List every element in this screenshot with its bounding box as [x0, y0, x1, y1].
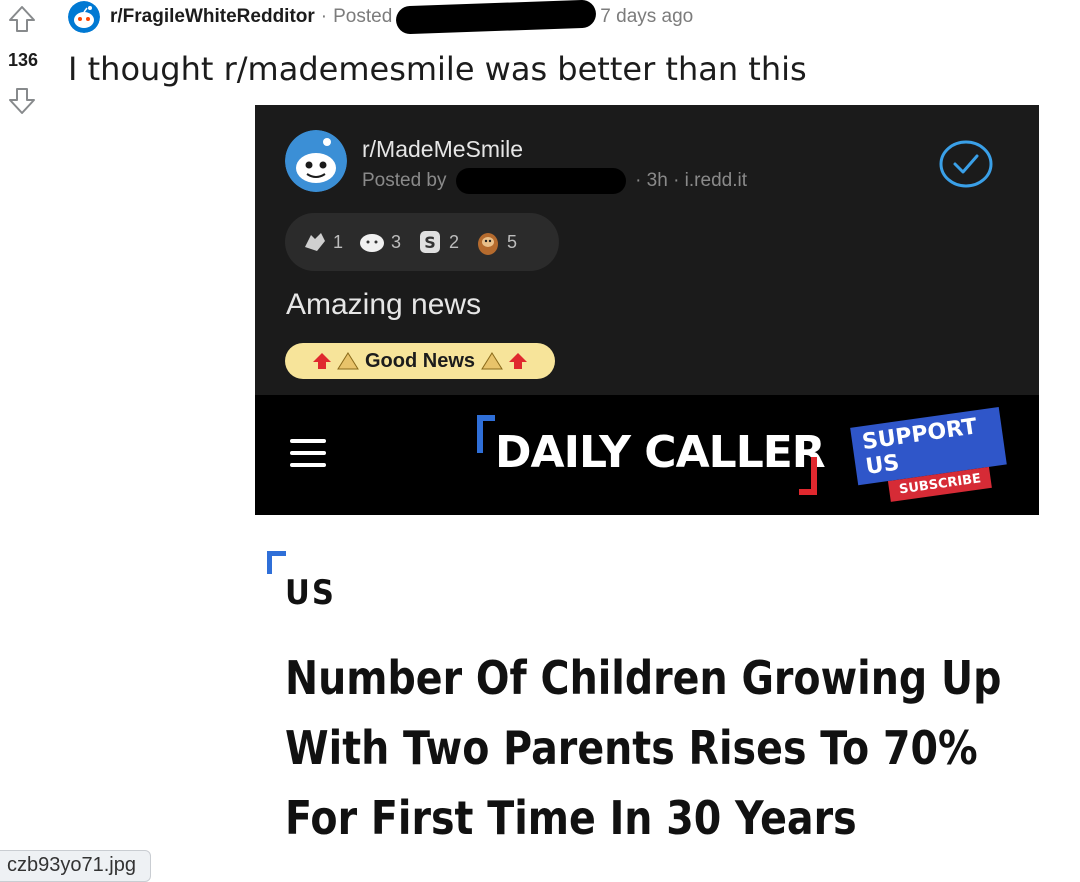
- red-arrow-up-icon: [312, 353, 331, 369]
- award-item: 5: [473, 227, 517, 257]
- daily-caller-header: DAILY CALLER SUPPORT US SUBSCRIBE: [255, 395, 1039, 515]
- redacted-username: [395, 0, 597, 35]
- screenshot-posted-label: Posted by: [362, 170, 447, 192]
- article-section: US: [285, 573, 336, 613]
- screenshot-posted-by: Posted by · 3h · i.redd.it: [362, 168, 747, 194]
- pyramid-icon: [337, 352, 359, 370]
- flair-label: Good News: [364, 349, 475, 372]
- daily-caller-logo: DAILY CALLER: [477, 415, 826, 495]
- wholesome-hands-award-icon: [305, 233, 325, 251]
- awards-bar: 1 3 S 2 5: [285, 213, 559, 271]
- vote-score: 136: [7, 50, 39, 70]
- red-arrow-up-icon: [509, 353, 527, 369]
- headline-line: With Two Parents Rises To 70%: [285, 721, 978, 775]
- screenshot-reddit-post: r/MadeMeSmile Posted by · 3h · i.redd.it…: [255, 105, 1039, 395]
- logo-text: DAILY CALLER: [495, 427, 826, 478]
- post-image[interactable]: r/MadeMeSmile Posted by · 3h · i.redd.it…: [255, 105, 1039, 871]
- award-count: 3: [391, 231, 402, 252]
- award-count: 2: [449, 231, 460, 252]
- award-count: 1: [333, 231, 344, 252]
- separator-dot: ·: [320, 6, 328, 27]
- post-title[interactable]: I thought r/mademesmile was better than …: [68, 50, 807, 88]
- award-item: S 2: [415, 227, 459, 257]
- posted-by-label: Posted: [333, 6, 393, 27]
- hamburger-menu-icon: [290, 439, 326, 469]
- section-bracket: [267, 551, 286, 574]
- award-item: 1: [299, 227, 343, 257]
- good-news-flair: Good News: [285, 343, 555, 379]
- upvote-arrow-icon[interactable]: [7, 4, 37, 34]
- sloth-award-icon: [478, 233, 499, 255]
- madememsmile-avatar-icon: [285, 130, 347, 192]
- screenshot-subreddit-name: r/MadeMeSmile: [362, 136, 524, 162]
- headline-line: Number Of Children Growing Up: [285, 651, 1002, 705]
- screenshot-post-title: Amazing news: [286, 288, 482, 321]
- pyramid-icon: [481, 352, 503, 370]
- subreddit-avatar-icon[interactable]: [68, 1, 100, 33]
- award-item: 3: [357, 227, 401, 257]
- silver-coin-award-icon: S: [420, 231, 441, 253]
- post-header: r/FragileWhiteRedditor · Posted 7 days a…: [68, 0, 694, 35]
- post-time-ago: 7 days ago: [600, 6, 694, 27]
- headline-line: For First Time In 30 Years: [285, 791, 857, 845]
- checkmark-circle-icon: [939, 140, 993, 188]
- support-us-badge: SUPPORT US SUBSCRIBE: [850, 406, 1010, 507]
- svg-text:S: S: [424, 233, 436, 252]
- screenshot-redacted-username: [455, 168, 626, 194]
- wholesome-face-award-icon: [360, 234, 385, 252]
- status-url-chip: czb93yo71.jpg: [0, 850, 151, 882]
- article-headline: Number Of Children Growing Up With Two P…: [285, 643, 1002, 853]
- award-count: 5: [507, 231, 518, 252]
- subreddit-link[interactable]: r/FragileWhiteRedditor: [110, 6, 315, 28]
- downvote-arrow-icon[interactable]: [7, 86, 37, 116]
- screenshot-post-meta: · 3h · i.redd.it: [635, 170, 747, 192]
- article-content: US Number Of Children Growing Up With Tw…: [255, 515, 1039, 871]
